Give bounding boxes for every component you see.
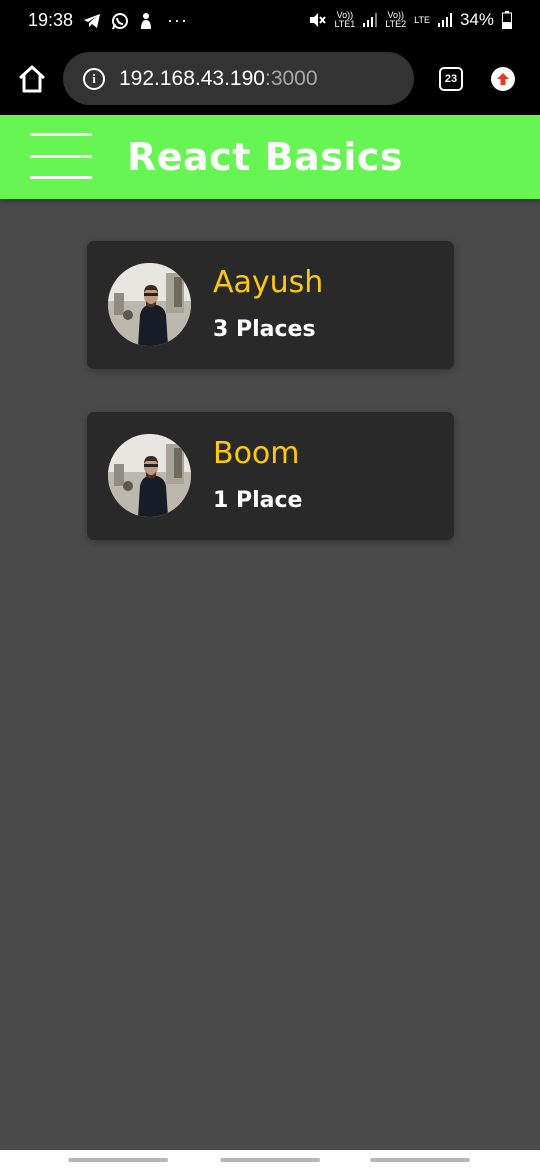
telegram-icon	[84, 13, 101, 28]
user-name: Boom	[213, 436, 300, 471]
sim1-bottom-label: LTE1	[334, 19, 356, 29]
info-icon[interactable]: i	[83, 67, 105, 90]
net-type-label: LTE	[414, 14, 430, 25]
user-card[interactable]: Boom 1 Place	[87, 412, 454, 540]
menu-button[interactable]	[30, 133, 92, 179]
whatsapp-icon	[112, 12, 129, 29]
url-host: 192.168.43.190	[119, 66, 265, 90]
menu-bar	[30, 176, 92, 179]
status-time: 19:38	[28, 10, 74, 30]
home-icon[interactable]	[16, 63, 48, 95]
battery-icon	[502, 11, 512, 29]
battery-percent: 34%	[459, 10, 494, 29]
menu-bar	[30, 133, 92, 136]
status-bar: 19:38 ··· Vo)) LTE1 Vo)) LTE2 LTE 34%	[0, 0, 540, 44]
notification-icon	[141, 12, 152, 29]
avatar	[108, 263, 191, 346]
user-places-count: 1 Place	[213, 488, 303, 513]
sim1-indicator: Vo)) LTE1	[334, 11, 355, 29]
browser-toolbar: i 192.168.43.190:3000 23	[0, 44, 540, 115]
user-name: Aayush	[213, 265, 324, 300]
menu-bar	[30, 154, 92, 158]
signal-icon	[437, 13, 452, 27]
url-text[interactable]: 192.168.43.190:3000	[119, 67, 318, 91]
more-icon: ···	[167, 10, 189, 30]
sim2-indicator: Vo)) LTE2	[385, 11, 406, 29]
app-header: React Basics	[0, 115, 540, 199]
home-nav-button[interactable]	[220, 1158, 320, 1162]
sim2-bottom-label: LTE2	[385, 19, 407, 29]
arrow-up-icon	[497, 73, 509, 85]
system-nav-bar	[0, 1150, 540, 1170]
user-places-count: 3 Places	[213, 317, 316, 342]
status-left: 19:38 ···	[28, 10, 188, 31]
mute-icon	[310, 13, 327, 27]
back-button[interactable]	[370, 1158, 470, 1162]
avatar	[108, 434, 191, 517]
app-title: React Basics	[127, 135, 403, 179]
tabs-count-button[interactable]: 23	[439, 67, 463, 91]
recent-apps-button[interactable]	[68, 1158, 168, 1162]
url-port: :3000	[264, 66, 318, 90]
user-card[interactable]: Aayush 3 Places	[87, 241, 454, 369]
update-icon[interactable]	[491, 67, 515, 91]
address-bar[interactable]: i 192.168.43.190:3000	[63, 52, 414, 105]
signal-icon	[363, 13, 378, 27]
status-right: Vo)) LTE1 Vo)) LTE2 LTE 34%	[308, 10, 512, 30]
